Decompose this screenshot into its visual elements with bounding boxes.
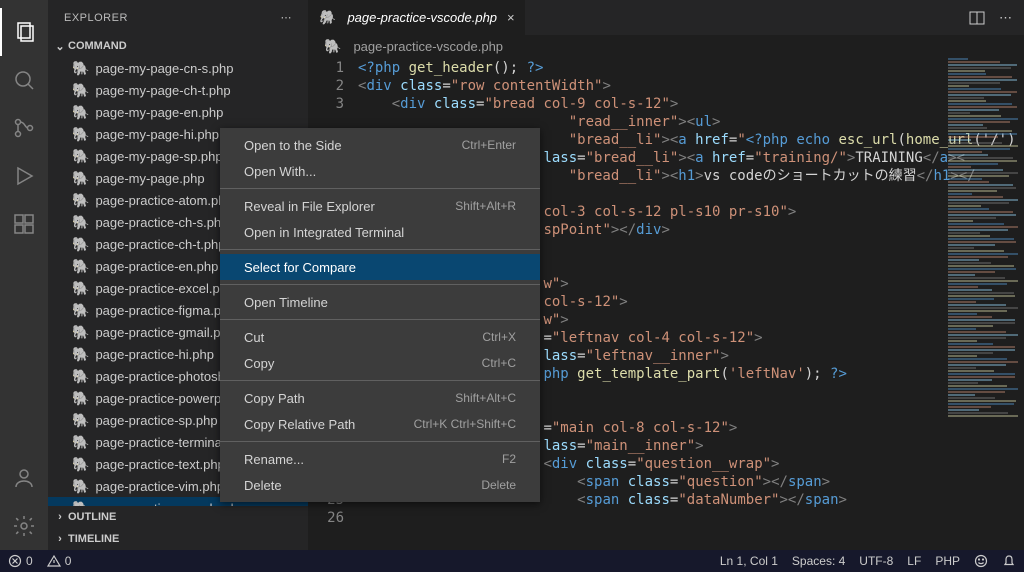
settings-gear-icon[interactable] [0,502,48,550]
php-file-icon: 🐘 [72,170,89,187]
menu-item[interactable]: CutCtrl+X [220,324,540,350]
menu-separator [220,441,540,442]
status-errors[interactable]: 0 [8,554,33,568]
php-file-icon: 🐘 [72,302,89,319]
php-file-icon: 🐘 [72,280,89,297]
status-eol[interactable]: LF [907,554,921,568]
menu-item[interactable]: Rename...F2 [220,446,540,472]
file-item[interactable]: 🐘page-my-page-cn-s.php [48,57,308,79]
run-debug-icon[interactable] [0,152,48,200]
php-file-icon: 🐘 [72,82,89,99]
php-file-icon: 🐘 [72,346,89,363]
php-file-icon: 🐘 [72,60,89,77]
php-file-icon: 🐘 [324,38,341,55]
status-warnings[interactable]: 0 [47,554,72,568]
status-bell-icon[interactable] [1002,554,1016,568]
file-item[interactable]: 🐘page-my-page-en.php [48,101,308,123]
php-file-icon: 🐘 [72,368,89,385]
chevron-down-icon: ⌄ [52,40,68,53]
minimap[interactable] [944,57,1024,550]
sidebar-header: EXPLORER ⋯ [48,0,308,35]
split-editor-icon[interactable] [969,10,985,26]
menu-item[interactable]: Copy PathShift+Alt+C [220,385,540,411]
activity-bar [0,0,48,550]
section-command[interactable]: ⌄ COMMAND [48,35,308,57]
menu-item[interactable]: Reveal in File ExplorerShift+Alt+R [220,193,540,219]
sidebar-title: EXPLORER [64,12,128,24]
extensions-icon[interactable] [0,200,48,248]
more-actions-icon[interactable]: ⋯ [999,10,1012,26]
tab-label: page-practice-vscode.php [347,10,497,25]
menu-item[interactable]: CopyCtrl+C [220,350,540,376]
tab-bar: 🐘 page-practice-vscode.php × ⋯ [308,0,1024,35]
php-file-icon: 🐘 [72,104,89,121]
tab-active[interactable]: 🐘 page-practice-vscode.php × [308,0,526,35]
menu-separator [220,188,540,189]
menu-item[interactable]: Open Timeline [220,289,540,315]
php-file-icon: 🐘 [72,126,89,143]
file-item[interactable]: 🐘page-my-page-ch-t.php [48,79,308,101]
menu-separator [220,319,540,320]
chevron-right-icon: › [52,533,68,545]
status-language[interactable]: PHP [935,554,960,568]
php-file-icon: 🐘 [72,456,89,473]
menu-item[interactable]: Open to the SideCtrl+Enter [220,132,540,158]
menu-separator [220,380,540,381]
php-file-icon: 🐘 [72,390,89,407]
php-file-icon: 🐘 [72,412,89,429]
php-file-icon: 🐘 [72,324,89,341]
php-file-icon: 🐘 [72,214,89,231]
menu-separator [220,249,540,250]
source-control-icon[interactable] [0,104,48,152]
context-menu: Open to the SideCtrl+EnterOpen With... Re… [220,128,540,502]
menu-item[interactable]: Open in Integrated Terminal [220,219,540,245]
status-spaces[interactable]: Spaces: 4 [792,554,845,568]
php-file-icon: 🐘 [318,9,335,26]
status-feedback-icon[interactable] [974,554,988,568]
status-position[interactable]: Ln 1, Col 1 [720,554,778,568]
status-encoding[interactable]: UTF-8 [859,554,893,568]
php-file-icon: 🐘 [72,258,89,275]
php-file-icon: 🐘 [72,434,89,451]
menu-separator [220,284,540,285]
accounts-icon[interactable] [0,454,48,502]
php-file-icon: 🐘 [72,192,89,209]
chevron-right-icon: › [52,511,68,523]
section-timeline[interactable]: › TIMELINE [48,528,308,550]
menu-item[interactable]: Open With... [220,158,540,184]
search-icon[interactable] [0,56,48,104]
close-icon[interactable]: × [507,10,515,25]
php-file-icon: 🐘 [72,148,89,165]
menu-item[interactable]: Select for Compare [220,254,540,280]
menu-item[interactable]: Copy Relative PathCtrl+K Ctrl+Shift+C [220,411,540,437]
menu-item[interactable]: DeleteDelete [220,472,540,498]
php-file-icon: 🐘 [72,236,89,253]
explorer-icon[interactable] [0,8,48,56]
section-outline[interactable]: › OUTLINE [48,506,308,528]
breadcrumb[interactable]: 🐘 page-practice-vscode.php [308,35,1024,57]
status-bar: 0 0 Ln 1, Col 1 Spaces: 4 UTF-8 LF PHP [0,550,1024,572]
php-file-icon: 🐘 [72,478,89,495]
sidebar-more-icon[interactable]: ⋯ [281,11,293,24]
